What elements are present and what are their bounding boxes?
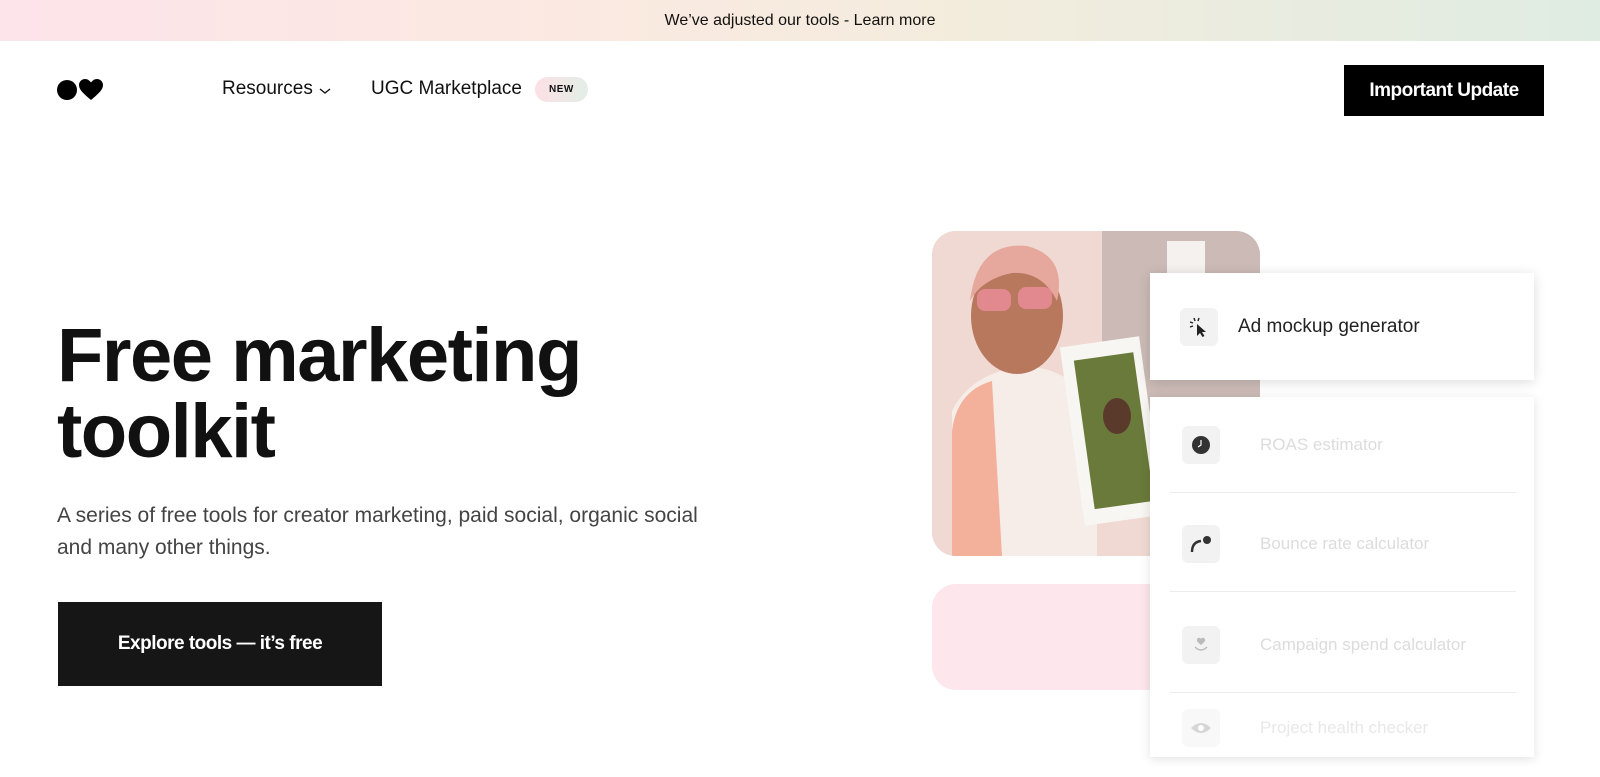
announcement-bar: We’ve adjusted our tools - Learn more	[0, 0, 1600, 41]
logo-circle-icon	[57, 80, 77, 100]
logo-heart-icon	[79, 79, 103, 100]
list-item[interactable]: Bounce rate calculator	[1170, 496, 1516, 592]
active-tool-label: Ad mockup generator	[1238, 315, 1420, 337]
arc-dot-icon	[1182, 525, 1220, 563]
list-item[interactable]: Campaign spend calculator	[1170, 597, 1516, 693]
brand-logo[interactable]	[57, 79, 103, 101]
list-item[interactable]: ROAS estimator	[1170, 397, 1516, 493]
tool-label: Project health checker	[1260, 718, 1429, 737]
tool-label: Bounce rate calculator	[1260, 534, 1430, 553]
tool-label: Campaign spend calculator	[1260, 635, 1467, 654]
page-title: Free marketing toolkit	[57, 313, 582, 474]
explore-tools-button[interactable]: Explore tools — it’s free	[58, 602, 382, 686]
nav-resources-label: Resources	[222, 78, 313, 99]
heart-waves-icon	[1182, 626, 1220, 664]
hero-subtitle: A series of free tools for creator marke…	[57, 504, 698, 559]
cursor-click-icon	[1180, 307, 1218, 346]
active-tool-card[interactable]: Ad mockup generator	[1150, 273, 1534, 380]
tools-list: ROAS estimator Bounce rate calculator Ca…	[1150, 397, 1534, 757]
nav-ugc-label: UGC Marketplace	[371, 78, 522, 99]
tool-label: ROAS estimator	[1260, 435, 1383, 454]
divider	[1170, 591, 1516, 592]
chevron-down-icon	[319, 88, 331, 94]
nav-ugc-marketplace[interactable]: UGC Marketplace	[371, 78, 522, 100]
eye-dollar-icon	[1182, 709, 1220, 747]
divider	[1170, 492, 1516, 493]
announcement-link[interactable]: We’ve adjusted our tools - Learn more	[665, 12, 936, 30]
new-badge: NEW	[535, 77, 588, 102]
list-item[interactable]: Project health checker	[1170, 689, 1516, 767]
important-update-button[interactable]: Important Update	[1344, 65, 1544, 116]
nav-resources[interactable]: Resources	[222, 78, 331, 100]
clock-icon	[1182, 426, 1220, 464]
